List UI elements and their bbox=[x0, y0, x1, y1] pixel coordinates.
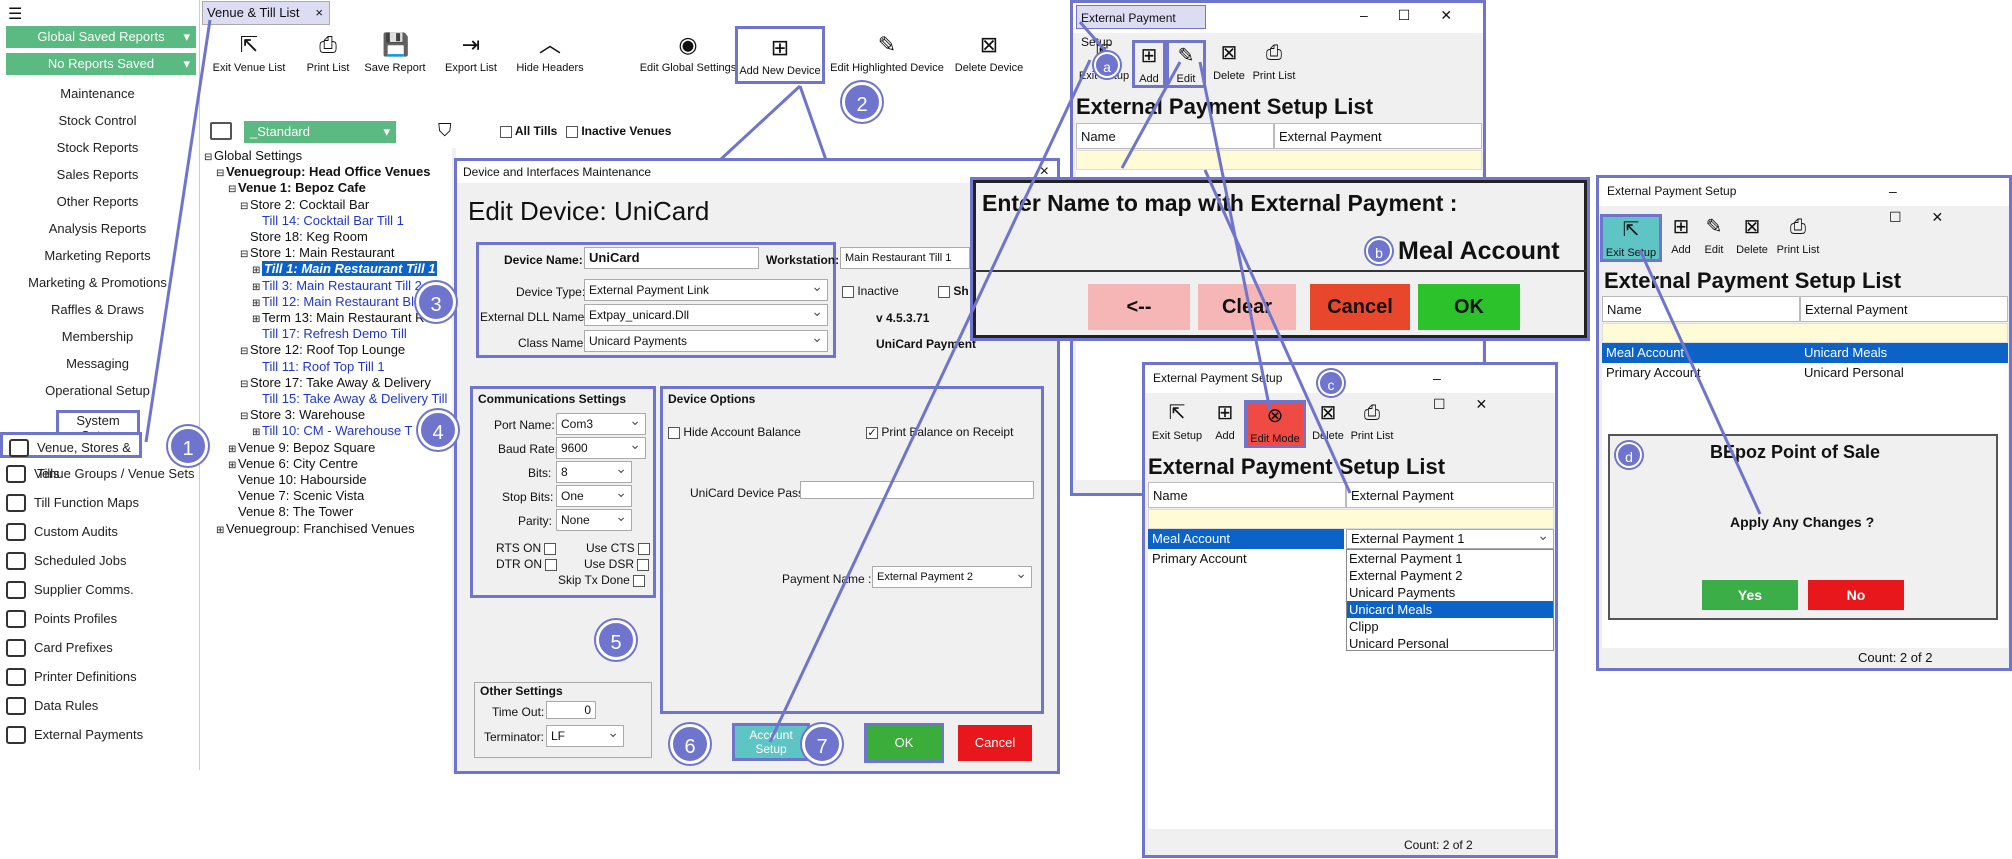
callout-3: 3 bbox=[416, 282, 456, 322]
callout-d: d bbox=[1616, 442, 1642, 468]
callout-7: 7 bbox=[802, 724, 842, 764]
callout-c: c bbox=[1318, 370, 1344, 396]
callout-b: b bbox=[1366, 238, 1392, 264]
callout-4: 4 bbox=[418, 410, 458, 450]
callout-5: 5 bbox=[596, 620, 636, 660]
annotation-arrows bbox=[144, 19, 1762, 743]
callout-2: 2 bbox=[842, 82, 882, 122]
callout-a: a bbox=[1094, 52, 1120, 78]
callout-1: 1 bbox=[168, 426, 208, 466]
callout-6: 6 bbox=[670, 724, 710, 764]
